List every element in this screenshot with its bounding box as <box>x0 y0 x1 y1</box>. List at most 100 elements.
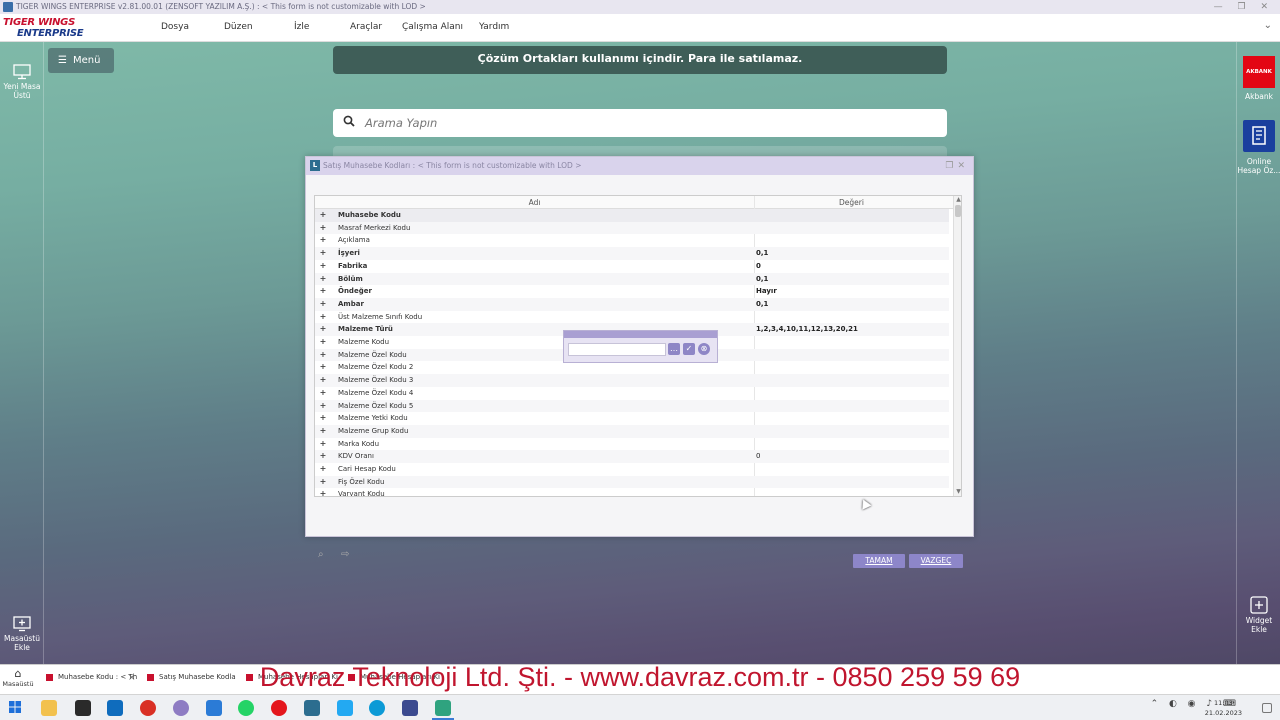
row-value[interactable]: 0,1 <box>756 298 768 311</box>
grid-row[interactable]: + Malzeme Özel Kodu 4 <box>315 387 949 400</box>
row-value[interactable]: 0 <box>756 260 761 273</box>
expand-icon[interactable]: + <box>319 450 327 463</box>
row-name: Malzeme Özel Kodu 5 <box>338 401 414 410</box>
expand-icon[interactable]: + <box>319 273 327 286</box>
tools-icon[interactable] <box>173 700 189 716</box>
notes-icon[interactable] <box>75 700 91 716</box>
vscode-icon[interactable] <box>337 700 353 716</box>
expand-icon[interactable]: + <box>319 476 327 489</box>
grid-scrollbar[interactable]: ▲ ▼ <box>953 196 961 496</box>
grid-row[interactable]: + Malzeme Özel Kodu 3 <box>315 374 949 387</box>
menu-button[interactable]: ☰ Menü <box>48 48 114 73</box>
grid-row[interactable]: + Malzeme Özel Kodu 5 <box>315 399 949 413</box>
expand-icon[interactable]: + <box>319 412 327 425</box>
row-value[interactable]: 0,1 <box>756 247 768 260</box>
ellipsis-icon[interactable]: … <box>668 343 680 355</box>
expand-icon[interactable]: + <box>319 488 327 496</box>
expand-icon[interactable]: + <box>319 298 327 311</box>
add-widget-item[interactable]: Widget Ekle <box>1237 596 1280 634</box>
expand-icon[interactable]: + <box>319 361 327 374</box>
dialog-window-controls[interactable]: ❐✕ <box>945 157 969 175</box>
vmware-icon[interactable] <box>402 700 418 716</box>
column-header-value[interactable]: Değeri <box>755 198 948 207</box>
menu-dosya[interactable]: Dosya <box>161 22 189 32</box>
online-statement-widget[interactable]: Online Hesap Öz... <box>1237 120 1280 175</box>
expand-icon[interactable]: + <box>319 336 327 349</box>
menu-araclar[interactable]: Araçlar <box>350 22 382 32</box>
expand-icon[interactable]: + <box>319 222 327 235</box>
expand-icon[interactable]: + <box>319 234 327 247</box>
tiger-icon[interactable] <box>435 700 451 716</box>
cancel-button[interactable]: VAZGEÇ <box>909 554 963 568</box>
grid-row[interactable]: + Masraf Merkezi Kodu <box>315 221 949 235</box>
expand-icon[interactable]: + <box>319 400 327 413</box>
expand-icon[interactable]: + <box>319 323 327 336</box>
scroll-down-icon[interactable]: ▼ <box>954 488 961 496</box>
scroll-up-icon[interactable]: ▲ <box>954 196 961 204</box>
grid-row[interactable]: + Bölüm 0,1 <box>315 272 949 286</box>
search-box[interactable]: Arama Yapın <box>333 109 947 137</box>
grid-row[interactable]: + Marka Kodu <box>315 438 949 451</box>
expand-icon[interactable]: + <box>319 374 327 387</box>
expand-icon[interactable]: + <box>319 247 327 260</box>
grid-row[interactable]: + Fiş Özel Kodu <box>315 475 949 489</box>
chevron-down-icon[interactable]: ⌄ <box>1264 20 1272 31</box>
window-controls[interactable]: — ❐ ✕ <box>1214 0 1274 14</box>
whatsapp-icon[interactable] <box>238 700 254 716</box>
grid-row[interactable]: + Fabrika 0 <box>315 260 949 273</box>
windows-start-icon[interactable] <box>8 700 24 716</box>
menu-calisma-alani[interactable]: Çalışma Alanı <box>402 22 463 32</box>
row-value[interactable]: 1,2,3,4,10,11,12,13,20,21 <box>756 323 858 336</box>
expand-icon[interactable]: + <box>319 260 327 273</box>
clock[interactable]: 11:03 21.02.2023 <box>1205 698 1242 718</box>
cancel-icon[interactable]: ⊗ <box>698 343 710 355</box>
row-value[interactable]: 0,1 <box>756 273 768 286</box>
grid-row[interactable]: + İşyeri 0,1 <box>315 247 949 260</box>
grid-row[interactable]: + Muhasebe Kodu <box>315 209 949 222</box>
grid-row[interactable]: + Açıklama <box>315 234 949 247</box>
logo-app-icon[interactable] <box>304 700 320 716</box>
outlook-icon[interactable] <box>107 700 123 716</box>
column-header-name[interactable]: Adı <box>315 198 754 207</box>
grid-row[interactable]: + Ambar 0,1 <box>315 297 949 311</box>
expand-icon[interactable]: + <box>319 285 327 298</box>
pen-icon[interactable] <box>206 700 222 716</box>
grid-row[interactable]: + KDV Oranı 0 <box>315 450 949 463</box>
desktop: Yeni Masa Üstü Masaüstü Ekle ☰ Menü Çözüm… <box>0 42 1280 664</box>
ok-button[interactable]: TAMAM <box>853 554 905 568</box>
grid-row[interactable]: + Malzeme Grup Kodu <box>315 424 949 438</box>
menu-yardim[interactable]: Yardım <box>479 22 509 32</box>
expand-icon[interactable]: + <box>319 349 327 362</box>
grid-row[interactable]: + Cari Hesap Kodu <box>315 463 949 476</box>
search-input[interactable]: Arama Yapın <box>365 116 437 130</box>
value-editor-input[interactable] <box>568 343 666 356</box>
expand-icon[interactable]: + <box>319 425 327 438</box>
expand-icon[interactable]: + <box>319 463 327 476</box>
filter-icon[interactable]: ⇨ <box>341 549 349 560</box>
file-explorer-icon[interactable] <box>41 700 57 716</box>
edge-icon[interactable] <box>369 700 385 716</box>
new-desktop-item[interactable]: Yeni Masa Üstü <box>0 64 44 100</box>
search-icon[interactable]: ⌕ <box>318 549 324 560</box>
grid-row[interactable]: + Malzeme Özel Kodu 2 <box>315 361 949 374</box>
chrome-icon[interactable] <box>140 700 156 716</box>
add-desktop-item[interactable]: Masaüstü Ekle <box>0 616 44 652</box>
grid-row[interactable]: + Üst Malzeme Sınıfı Kodu <box>315 311 949 324</box>
row-value[interactable]: 0 <box>756 450 760 463</box>
expand-icon[interactable]: + <box>319 387 327 400</box>
expand-icon[interactable]: + <box>319 311 327 324</box>
menu-duzen[interactable]: Düzen <box>224 22 253 32</box>
check-icon[interactable]: ✓ <box>683 343 695 355</box>
expand-icon[interactable]: + <box>319 438 327 451</box>
menu-izle[interactable]: İzle <box>294 22 309 32</box>
expand-icon[interactable]: + <box>319 209 327 222</box>
opera-icon[interactable] <box>271 700 287 716</box>
notification-icon[interactable] <box>1262 703 1272 713</box>
row-name: KDV Oranı <box>338 452 374 461</box>
grid-row[interactable]: + Malzeme Yetki Kodu <box>315 412 949 425</box>
grid-row[interactable]: + Varyant Kodu <box>315 488 949 496</box>
grid-row[interactable]: + Öndeğer Hayır <box>315 285 949 298</box>
row-value[interactable]: Hayır <box>756 285 777 298</box>
scroll-thumb[interactable] <box>955 205 961 217</box>
akbank-widget[interactable]: AKBANK Akbank <box>1237 56 1280 101</box>
